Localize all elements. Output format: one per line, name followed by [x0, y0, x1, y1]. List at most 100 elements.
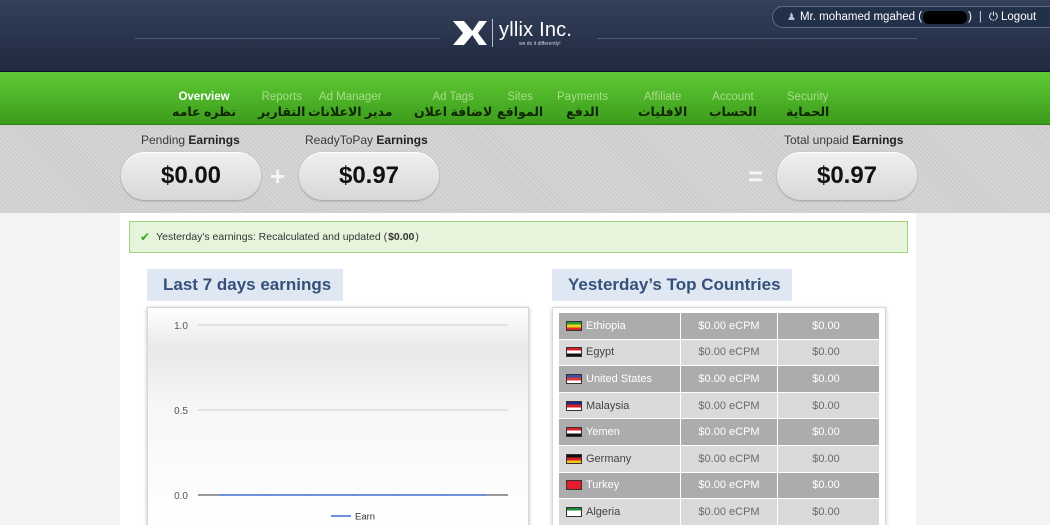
country-name: Germany	[586, 452, 632, 465]
data-point	[485, 494, 487, 496]
last7-chart-svg: 1.0 0.5 0.0 Earn	[174, 321, 508, 523]
country-cell: United States	[559, 366, 681, 392]
earnings-cell: $0.00	[812, 372, 840, 385]
country-name: Ethiopia	[586, 319, 626, 332]
nav-item-sites[interactable]: Sites المواقع	[497, 91, 543, 120]
earnings-cell: $0.00	[812, 319, 840, 332]
total-unpaid-label: Total unpaid Earnings	[784, 133, 903, 147]
y-tick-label: 0.5	[174, 406, 188, 417]
nav-item-ad-manager[interactable]: Ad Manager مدير الاعلانات	[308, 91, 392, 120]
nav-item-label-ar: المواقع	[497, 105, 544, 119]
y-tick-label: 0.0	[174, 491, 188, 502]
success-alert: ✔ Yesterday's earnings: Recalculated and…	[129, 221, 908, 253]
top-countries-title: Yesterday’s Top Countries	[552, 269, 792, 301]
readytopay-earnings-value: $0.97	[299, 152, 439, 200]
table-row: Malaysia $0.00 eCPM $0.00	[559, 392, 879, 420]
earnings-word: Earnings	[188, 133, 240, 147]
table-row: United States $0.00 eCPM $0.00	[559, 366, 879, 393]
logo-separator	[492, 19, 493, 47]
yllix-logo-icon	[453, 21, 487, 45]
ecpm-cell: $0.00 eCPM	[681, 445, 778, 472]
country-name: United States	[586, 372, 653, 385]
flag-icon	[566, 320, 582, 331]
ecpm-cell: $0.00 eCPM	[681, 392, 778, 419]
nav-item-label-ar: نظره عامه	[172, 105, 237, 119]
nav-item-label: Sites	[507, 91, 533, 103]
nav-item-label: Payments	[557, 91, 609, 103]
pending-earnings-value: $0.00	[121, 152, 261, 200]
logo-wordmark: yllix Inc.	[499, 18, 573, 41]
earnings-cell: $0.00	[812, 426, 840, 439]
country-cell: Malaysia	[559, 392, 681, 419]
nav-item-overview[interactable]: Overview نظره عامه	[172, 91, 236, 120]
nav-item-affiliate[interactable]: Affiliate الافليات	[638, 91, 687, 120]
nav-item-label-ar: الحساب	[709, 105, 757, 119]
earnings-word: Earnings	[376, 133, 428, 147]
check-icon: ✔	[140, 230, 151, 244]
power-icon[interactable]: ⏻	[989, 11, 998, 24]
ecpm-cell: $0.00 eCPM	[681, 472, 778, 499]
user-icon: ♟	[787, 11, 796, 23]
earnings-cell: $0.00	[812, 452, 840, 465]
flag-icon	[566, 400, 582, 411]
country-name: Turkey	[586, 479, 620, 492]
table-row: Algeria $0.00 eCPM $0.00	[559, 499, 879, 525]
redacted-username	[923, 10, 968, 24]
table-row: Germany $0.00 eCPM $0.00	[559, 445, 879, 473]
main-nav: Overview نظره عامه Reports التقارير Ad M…	[0, 72, 1050, 125]
header-rule-left	[135, 38, 440, 39]
user-menu[interactable]: ♟ Mr. mohamed mgahed ( ) | ⏻ Logout	[772, 6, 1050, 28]
country-name: Malaysia	[586, 399, 630, 412]
ecpm-cell: $0.00 eCPM	[681, 313, 778, 339]
nav-item-label: Security	[786, 91, 829, 103]
ready-label-text: ReadyToPay	[305, 133, 374, 147]
header-rule-right	[597, 38, 917, 39]
alert-amount: $0.00	[388, 231, 415, 243]
earnings-cell: $0.00	[812, 399, 840, 412]
user-name[interactable]: Mr. mohamed mgahed (	[800, 11, 922, 23]
data-point	[219, 494, 221, 496]
top-header: yllix Inc. we do it differently! ♟ Mr. m…	[0, 0, 1050, 72]
nav-item-security[interactable]: Security الحماية	[786, 91, 829, 120]
table-row: Yemen $0.00 eCPM $0.00	[559, 419, 879, 446]
last7-title: Last 7 days earnings	[147, 269, 343, 301]
y-tick-label: 1.0	[174, 321, 188, 332]
data-point	[396, 494, 399, 496]
nav-item-reports[interactable]: Reports التقارير	[258, 91, 305, 120]
ecpm-cell: $0.00 eCPM	[681, 499, 778, 525]
earnings-word: Earnings	[852, 133, 904, 147]
nav-item-label-ar: الحماية	[786, 105, 830, 119]
data-point	[352, 494, 354, 496]
earnings-cell: $0.00	[812, 346, 840, 359]
yllix-logo[interactable]: yllix Inc. we do it differently!	[452, 16, 572, 50]
country-cell: Yemen	[559, 419, 681, 445]
dashboard-content: ✔ Yesterday's earnings: Recalculated and…	[120, 213, 916, 525]
nav-item-label: Account	[712, 91, 754, 103]
nav-item-ad-tags[interactable]: Ad Tags لاضافة اعلان	[414, 91, 492, 120]
country-cell: Turkey	[559, 472, 681, 499]
flag-icon	[566, 373, 582, 384]
flag-icon	[566, 347, 582, 358]
nav-item-payments[interactable]: Payments الدفع	[557, 91, 608, 120]
nav-item-label: Ad Tags	[432, 91, 474, 103]
flag-icon	[566, 480, 582, 491]
logout-link[interactable]: Logout	[1001, 11, 1036, 23]
nav-item-label-ar: مدير الاعلانات	[308, 105, 393, 119]
nav-item-account[interactable]: Account الحساب	[709, 91, 757, 120]
ecpm-cell: $0.00 eCPM	[681, 419, 778, 445]
flag-icon	[566, 453, 582, 464]
flag-icon	[566, 506, 582, 517]
pending-earnings-label: Pending Earnings	[141, 133, 240, 147]
user-menu-divider: |	[978, 11, 982, 23]
country-cell: Ethiopia	[559, 313, 681, 339]
nav-item-label-ar: التقارير	[258, 105, 306, 119]
equals-sign: =	[748, 161, 764, 191]
total-unpaid-value: $0.97	[777, 152, 917, 200]
nav-item-label-ar: الافليات	[638, 105, 688, 119]
flag-icon	[566, 427, 582, 438]
total-label-text: Total unpaid	[784, 133, 849, 147]
ecpm-cell: $0.00 eCPM	[681, 339, 778, 366]
alert-text: Yesterday's earnings: Recalculated and u…	[156, 231, 388, 243]
table-row: Turkey $0.00 eCPM $0.00	[559, 472, 879, 500]
user-name-close: )	[968, 11, 972, 23]
